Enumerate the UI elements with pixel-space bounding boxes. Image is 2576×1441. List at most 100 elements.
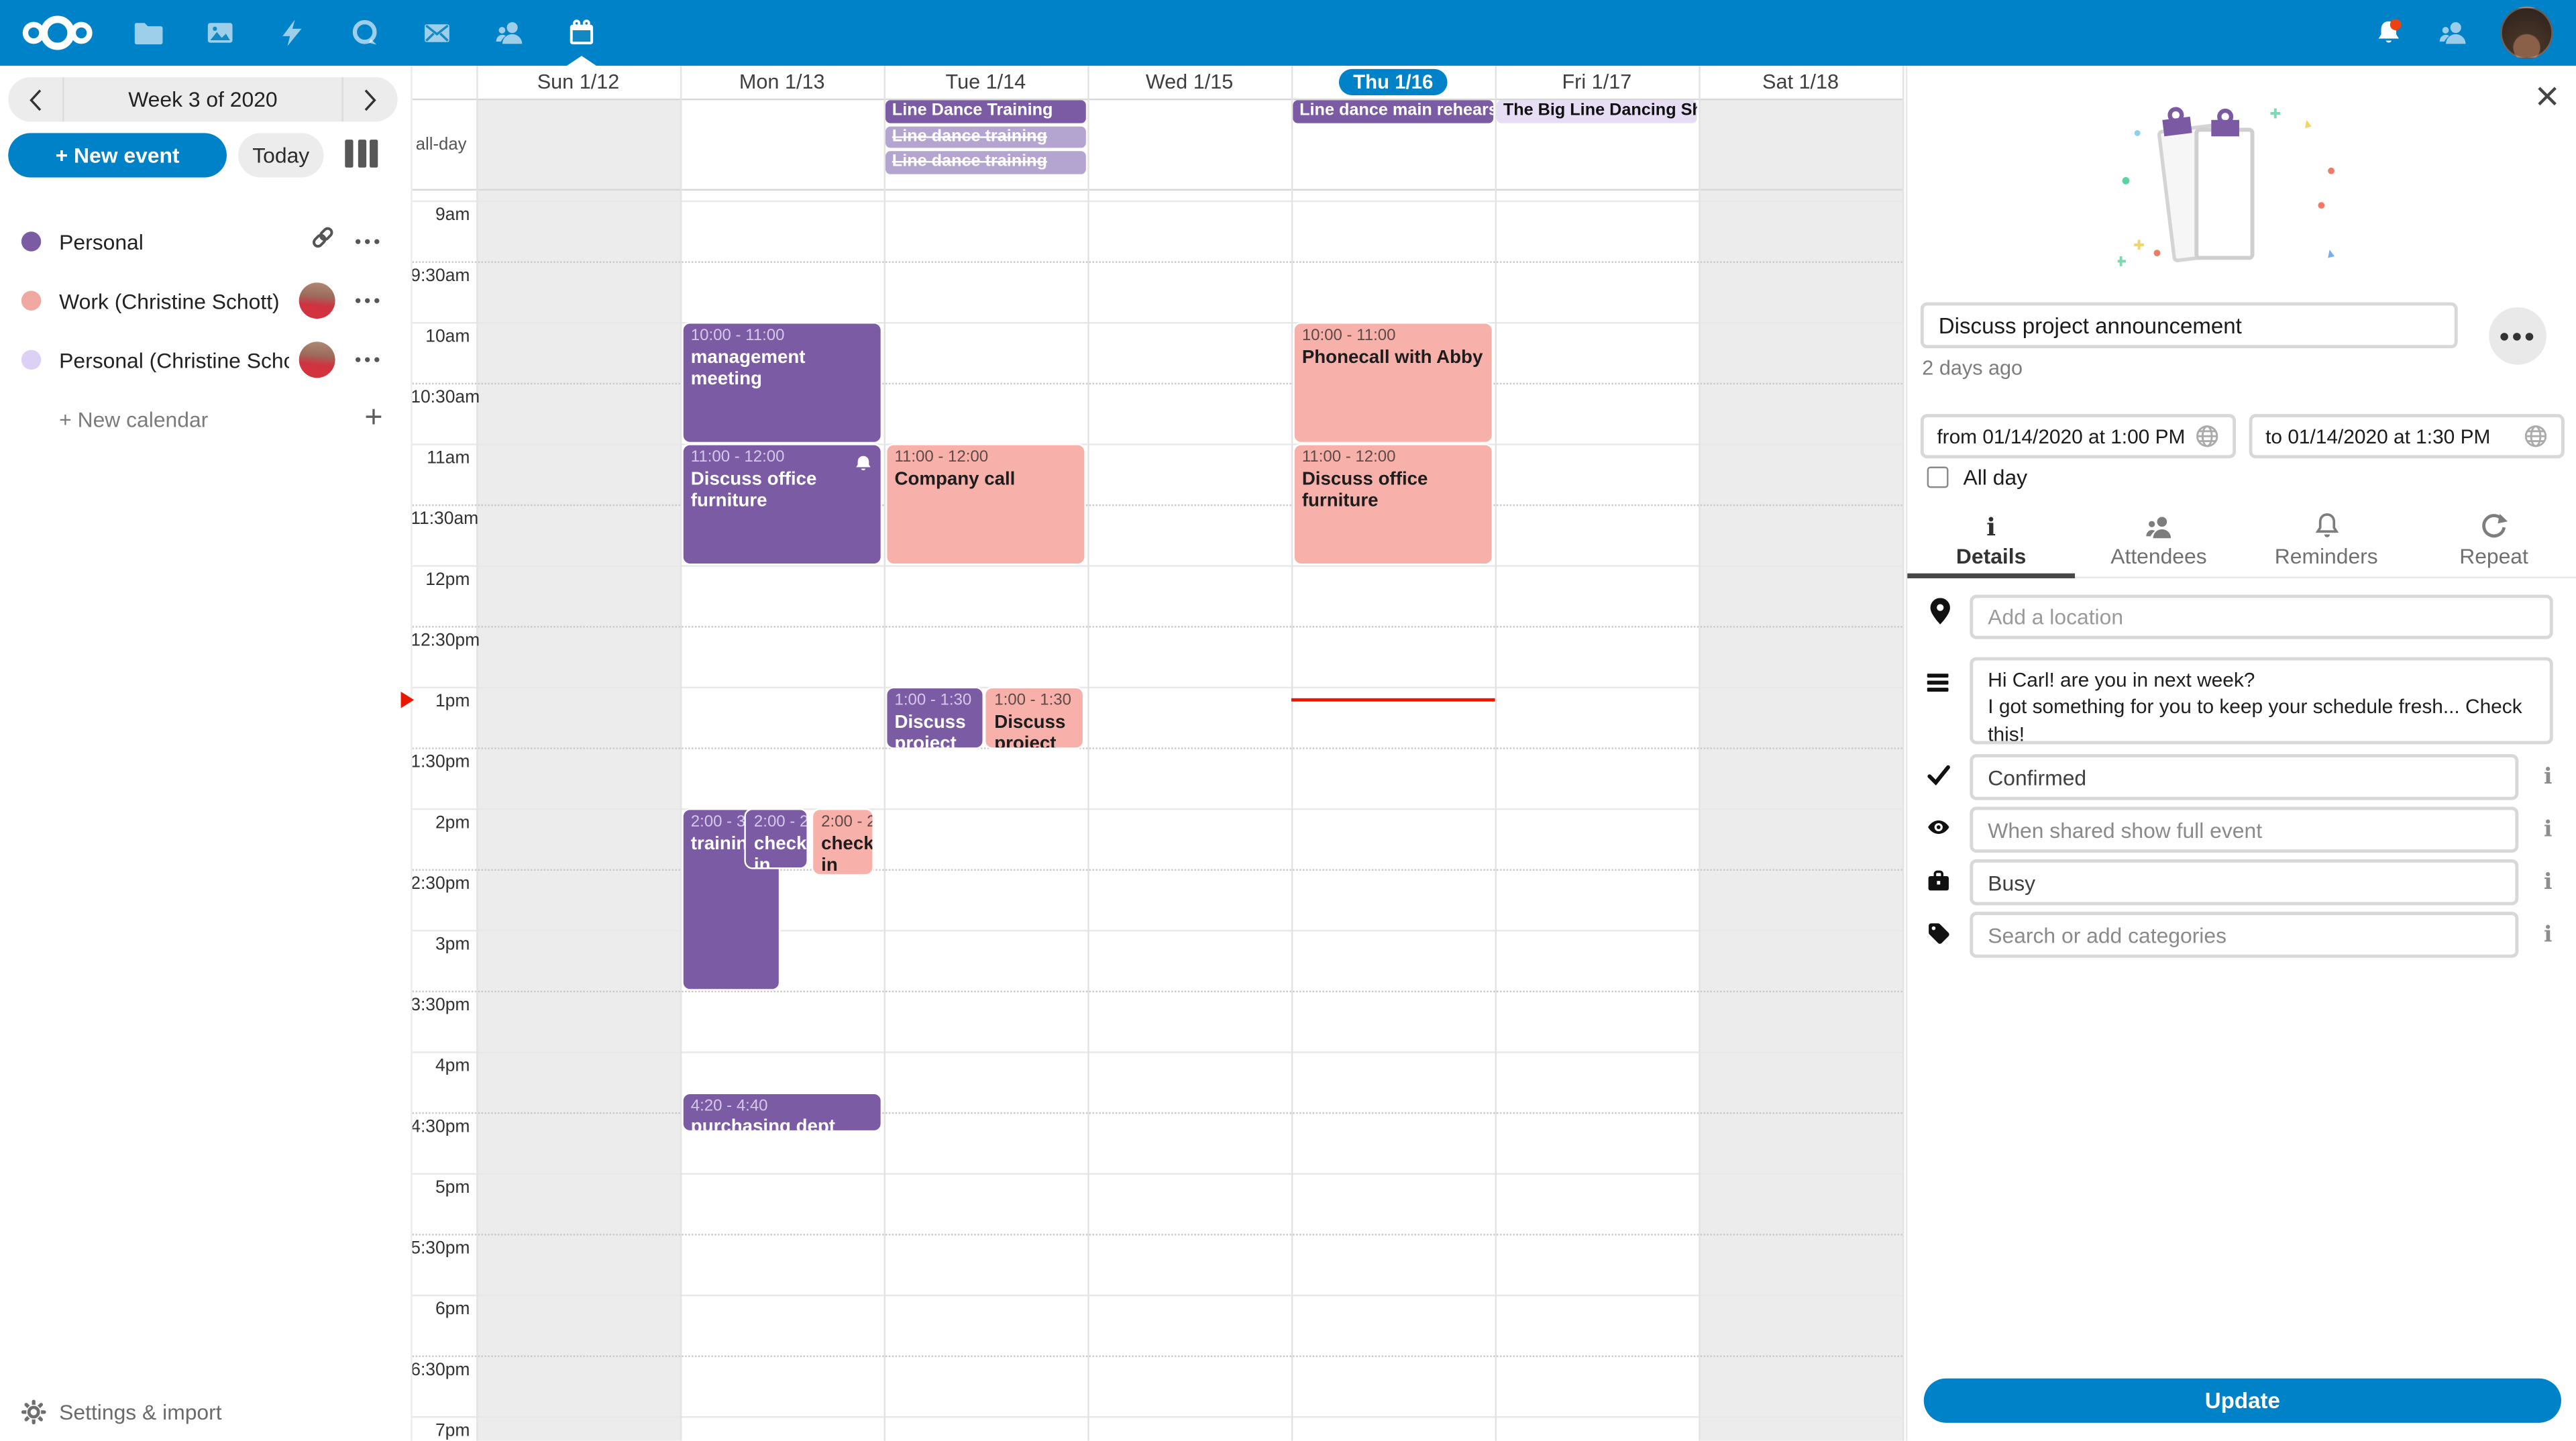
calendar-event[interactable]: 11:00 - 12:00Discuss office furniture <box>681 443 882 565</box>
event-time: 2:00 - 2:30 <box>821 813 864 834</box>
gear-icon <box>21 1399 46 1424</box>
calendar-event[interactable]: 10:00 - 11:00management meeting <box>681 322 882 443</box>
new-event-button[interactable]: + New event <box>8 133 227 177</box>
notifications-bell-icon[interactable] <box>2372 16 2405 49</box>
previous-week-button[interactable] <box>8 77 62 121</box>
talk-app-icon[interactable] <box>348 16 381 49</box>
all-day-checkbox[interactable] <box>1927 467 1949 488</box>
grid-line <box>411 1051 1902 1053</box>
calendar-color-dot <box>21 231 41 251</box>
info-icon: i <box>1986 511 1996 541</box>
contacts-app-icon[interactable] <box>493 16 526 49</box>
calendar-event[interactable]: 11:00 - 12:00Discuss office furniture <box>1292 443 1493 565</box>
event-actions-button[interactable]: ●●● <box>2489 307 2546 365</box>
status-field-check[interactable]: Confirmed <box>1970 754 2518 800</box>
event-title: check-in <box>821 834 864 875</box>
tab-attendees[interactable]: Attendees <box>2075 509 2243 576</box>
last-modified-label: 2 days ago <box>1922 356 2023 379</box>
plus-icon: + <box>364 401 382 437</box>
left-sidebar: Week 3 of 2020 + New event Today Persona… <box>0 66 413 1441</box>
event-start-field[interactable]: from 01/14/2020 at 1:00 PM <box>1921 414 2236 458</box>
calendar-event[interactable]: 10:00 - 11:00Phonecall with Abby <box>1292 322 1493 443</box>
grid-line <box>411 1295 1902 1296</box>
event-title-input[interactable] <box>1921 303 2458 349</box>
calendar-event[interactable]: 4:20 - 4:40purchasing dept <box>681 1092 882 1132</box>
app-icon-bar <box>131 16 598 49</box>
info-icon: i <box>2538 816 2558 843</box>
settings-import-button[interactable]: Settings & import <box>0 1382 411 1441</box>
close-icon[interactable] <box>2535 84 2561 110</box>
new-calendar-button[interactable]: + New calendar+ <box>0 389 411 448</box>
calendar-list-item[interactable]: Personal ●●● <box>0 212 411 271</box>
files-app-icon[interactable] <box>131 16 164 49</box>
calendar-list-item[interactable]: Personal (Christine Scho…)●●● <box>0 330 411 389</box>
status-field-eye[interactable]: When shared show full event <box>1970 806 2518 853</box>
nextcloud-logo-icon[interactable] <box>21 15 94 59</box>
event-end-field[interactable]: to 01/14/2020 at 1:30 PM <box>2249 414 2565 458</box>
status-field-briefcase[interactable]: Busy <box>1970 859 2518 906</box>
calendar-menu-icon[interactable]: ●●● <box>355 295 383 307</box>
event-time: 2:00 - 2:30 <box>754 813 799 834</box>
tab-repeat[interactable]: Repeat <box>2410 509 2576 576</box>
day-header-wed: Wed 1/15 <box>1087 66 1291 99</box>
calendar-name: Personal <box>59 229 144 254</box>
today-date-pill: Thu 1/16 <box>1338 69 1448 95</box>
contacts-menu-icon[interactable] <box>2436 16 2469 49</box>
view-toggle-button[interactable] <box>345 140 378 168</box>
globe-icon <box>2524 424 2548 449</box>
time-label: 5:30pm <box>411 1239 470 1259</box>
event-title: Discuss project announcement <box>894 712 974 749</box>
status-field-tag[interactable]: Search or add categories <box>1970 912 2518 958</box>
day-header-sat: Sat 1/18 <box>1699 66 1902 99</box>
calendar-event[interactable]: 11:00 - 12:00Company call <box>885 443 1086 565</box>
calendar-list-item[interactable]: Work (Christine Schott)●●● <box>0 271 411 330</box>
time-label: 12:30pm <box>411 631 470 650</box>
description-icon <box>1927 670 1949 700</box>
allday-event[interactable]: Line dance training <box>885 151 1086 173</box>
calendar-item-actions: ●●● <box>299 341 382 378</box>
user-avatar[interactable] <box>2500 7 2553 59</box>
column-border <box>680 66 682 1441</box>
settings-import-label: Settings & import <box>59 1399 221 1424</box>
weekend-shade <box>1699 99 1902 189</box>
description-textarea[interactable]: Hi Carl! are you in next week? I got som… <box>1970 657 2553 745</box>
tab-label: Repeat <box>2459 544 2528 569</box>
calendar-menu-icon[interactable]: ●●● <box>355 354 383 366</box>
time-label: 6pm <box>411 1299 470 1319</box>
event-time: 10:00 - 11:00 <box>1302 327 1484 348</box>
tab-reminders[interactable]: Reminders <box>2243 509 2410 576</box>
calendar-event[interactable]: 1:00 - 1:30Discuss project <box>985 687 1084 749</box>
today-button[interactable]: Today <box>238 133 323 177</box>
check-icon <box>1927 764 1950 794</box>
allday-event[interactable]: Line dance main rehearsal <box>1293 100 1493 122</box>
activity-app-icon[interactable] <box>276 16 309 49</box>
share-link-icon[interactable] <box>310 225 335 258</box>
allday-event[interactable]: Line dance training <box>885 125 1086 148</box>
calendar-event[interactable]: 1:00 - 1:30Discuss project announcement <box>885 687 984 749</box>
allday-event[interactable]: The Big Line Dancing Show <box>1497 100 1697 122</box>
time-label: 11:30am <box>411 509 470 529</box>
week-label[interactable]: Week 3 of 2020 <box>62 77 343 121</box>
topbar-right <box>2372 0 2553 66</box>
mail-app-icon[interactable] <box>421 16 453 49</box>
calendar-menu-icon[interactable]: ●●● <box>355 235 383 247</box>
grid-line <box>411 687 1902 688</box>
event-title: Discuss project <box>994 712 1074 749</box>
calendar-event[interactable]: 2:00 - 2:30check-in <box>744 808 809 869</box>
grid-line <box>411 1112 1902 1114</box>
calendar-app-icon[interactable] <box>565 16 598 49</box>
location-input[interactable] <box>1970 595 2553 639</box>
time-label: 11am <box>411 449 470 468</box>
event-title: management meeting <box>691 348 873 392</box>
update-button[interactable]: Update <box>1924 1379 2561 1423</box>
grid-line <box>411 443 1902 445</box>
allday-event[interactable]: Line Dance Training <box>885 100 1086 122</box>
calendar-event[interactable]: 2:00 - 2:30check-in <box>811 808 873 875</box>
next-week-button[interactable] <box>343 77 398 121</box>
column-border <box>1495 66 1497 1441</box>
tab-details[interactable]: iDetails <box>1907 509 2075 576</box>
event-time: 10:00 - 11:00 <box>691 327 873 348</box>
grid-line <box>411 322 1902 323</box>
photos-app-icon[interactable] <box>204 16 237 49</box>
calendar-owner-avatar <box>299 282 335 319</box>
